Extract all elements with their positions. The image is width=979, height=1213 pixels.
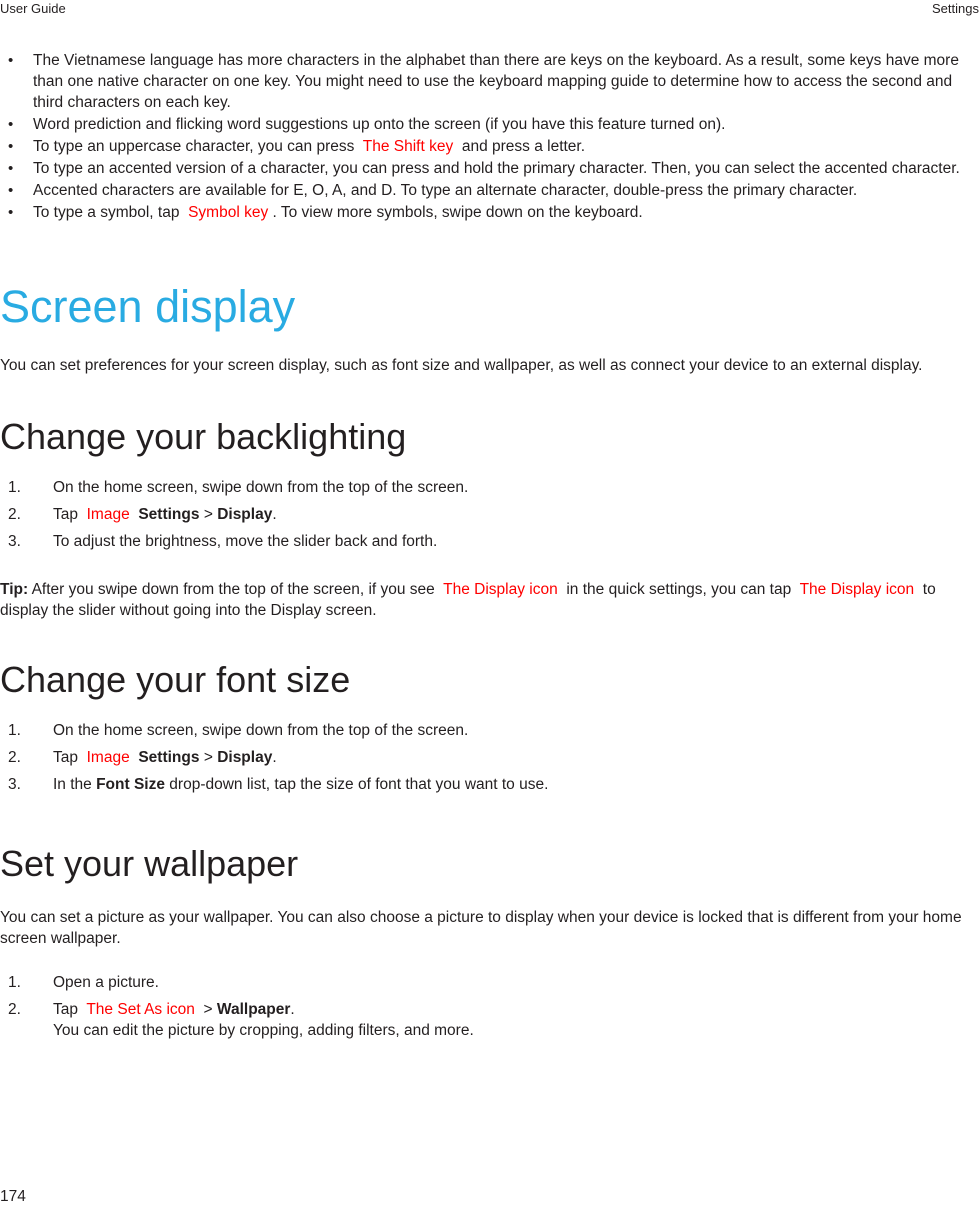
display-menu-label: Display [217,506,273,523]
list-item-text: To type an accented version of a charact… [33,160,960,177]
step-tap-label: Tap [53,1001,78,1018]
font-size-field-label: Font Size [96,776,165,793]
screen-display-intro: You can set preferences for your screen … [0,357,923,374]
list-item-text-pre: To type a symbol, tap [33,204,180,221]
step-period: . [272,506,277,523]
display-icon-placeholder: The Display icon [443,581,558,598]
settings-menu-label: Settings [138,749,200,766]
list-item: • The Vietnamese language has more chara… [0,50,979,113]
list-item: 1. On the home screen, swipe down from t… [0,477,979,498]
step-text: On the home screen, swipe down from the … [53,722,469,739]
display-menu-label: Display [217,749,273,766]
page-number: 174 [0,1188,26,1205]
running-header: User Guide Settings [0,0,979,22]
tip-paragraph: Tip: After you swipe down from the top o… [0,579,979,621]
step-text: On the home screen, swipe down from the … [53,479,469,496]
bullet-icon: • [8,138,14,155]
list-item: • To type an accented version of a chara… [0,158,979,179]
list-item: 3. To adjust the brightness, move the sl… [0,531,979,552]
step-sub-text: You can edit the picture by cropping, ad… [53,1022,474,1039]
bullet-icon: • [8,182,14,199]
list-item: 2. Tap Image Settings > Display. [0,504,979,525]
step-number: 1. [8,479,21,496]
symbol-key-placeholder: Symbol key [188,204,269,221]
list-item-text-post: . To view more symbols, swipe down on th… [272,204,643,221]
bullet-icon: • [8,204,14,221]
bullet-icon: • [8,52,14,69]
step-text-post: drop-down list, tap the size of font tha… [169,776,549,793]
step-number: 1. [8,722,21,739]
settings-image-placeholder: Image [86,506,130,523]
list-item: 3. In the Font Size drop-down list, tap … [0,774,979,795]
step-text-pre: In the [53,776,92,793]
breadcrumb-separator: > [203,749,213,766]
keyboard-bullet-list: • The Vietnamese language has more chara… [0,50,979,223]
section-heading-wallpaper: Set your wallpaper [0,843,299,884]
shift-key-placeholder: The Shift key [362,138,454,155]
step-number: 1. [8,974,21,991]
section-heading-backlighting: Change your backlighting [0,416,407,457]
step-number: 3. [8,776,21,793]
list-item-text: The Vietnamese language has more charact… [33,52,959,111]
list-item: 2. Tap The Set As icon > Wallpaper. You … [0,999,979,1041]
step-number: 3. [8,533,21,550]
header-doc-title: User Guide [0,1,66,16]
step-tap-label: Tap [53,749,78,766]
backlighting-steps: 1. On the home screen, swipe down from t… [0,477,979,552]
font-size-steps: 1. On the home screen, swipe down from t… [0,720,979,795]
bullet-icon: • [8,116,14,133]
list-item-text-post: and press a letter. [461,138,586,155]
step-number: 2. [8,749,21,766]
page-title: Screen display [0,281,296,332]
wallpaper-menu-label: Wallpaper [216,1001,291,1018]
step-number: 2. [8,506,21,523]
breadcrumb-separator: > [203,1001,213,1018]
list-item: • To type a symbol, tap Symbol key . To … [0,202,979,223]
breadcrumb-separator: > [203,506,213,523]
page-content: • The Vietnamese language has more chara… [0,50,979,1047]
list-item: • Accented characters are available for … [0,180,979,201]
step-period: . [272,749,277,766]
list-item: • To type an uppercase character, you ca… [0,136,979,157]
list-item: 1. Open a picture. [0,972,979,993]
tip-part-1: After you swipe down from the top of the… [31,581,435,598]
tip-label: Tip: [0,581,29,598]
settings-image-placeholder: Image [86,749,130,766]
wallpaper-steps: 1. Open a picture. 2. Tap The Set As ico… [0,972,979,1041]
wallpaper-intro: You can set a picture as your wallpaper.… [0,909,962,947]
header-section-title: Settings [932,1,979,16]
list-item: 1. On the home screen, swipe down from t… [0,720,979,741]
list-item-text-pre: To type an uppercase character, you can … [33,138,355,155]
list-item-text: Accented characters are available for E,… [33,182,858,199]
section-heading-font-size: Change your font size [0,659,351,700]
list-item-text: Word prediction and flicking word sugges… [33,116,726,133]
step-tap-label: Tap [53,506,78,523]
bullet-icon: • [8,160,14,177]
step-text: Open a picture. [53,974,159,991]
tip-part-2: in the quick settings, you can tap [566,581,792,598]
settings-menu-label: Settings [138,506,200,523]
step-number: 2. [8,1001,21,1018]
step-period: . [290,1001,295,1018]
list-item: • Word prediction and flicking word sugg… [0,114,979,135]
list-item: 2. Tap Image Settings > Display. [0,747,979,768]
display-icon-placeholder: The Display icon [799,581,915,598]
step-text: To adjust the brightness, move the slide… [53,533,438,550]
set-as-icon-placeholder: The Set As icon [86,1001,195,1018]
